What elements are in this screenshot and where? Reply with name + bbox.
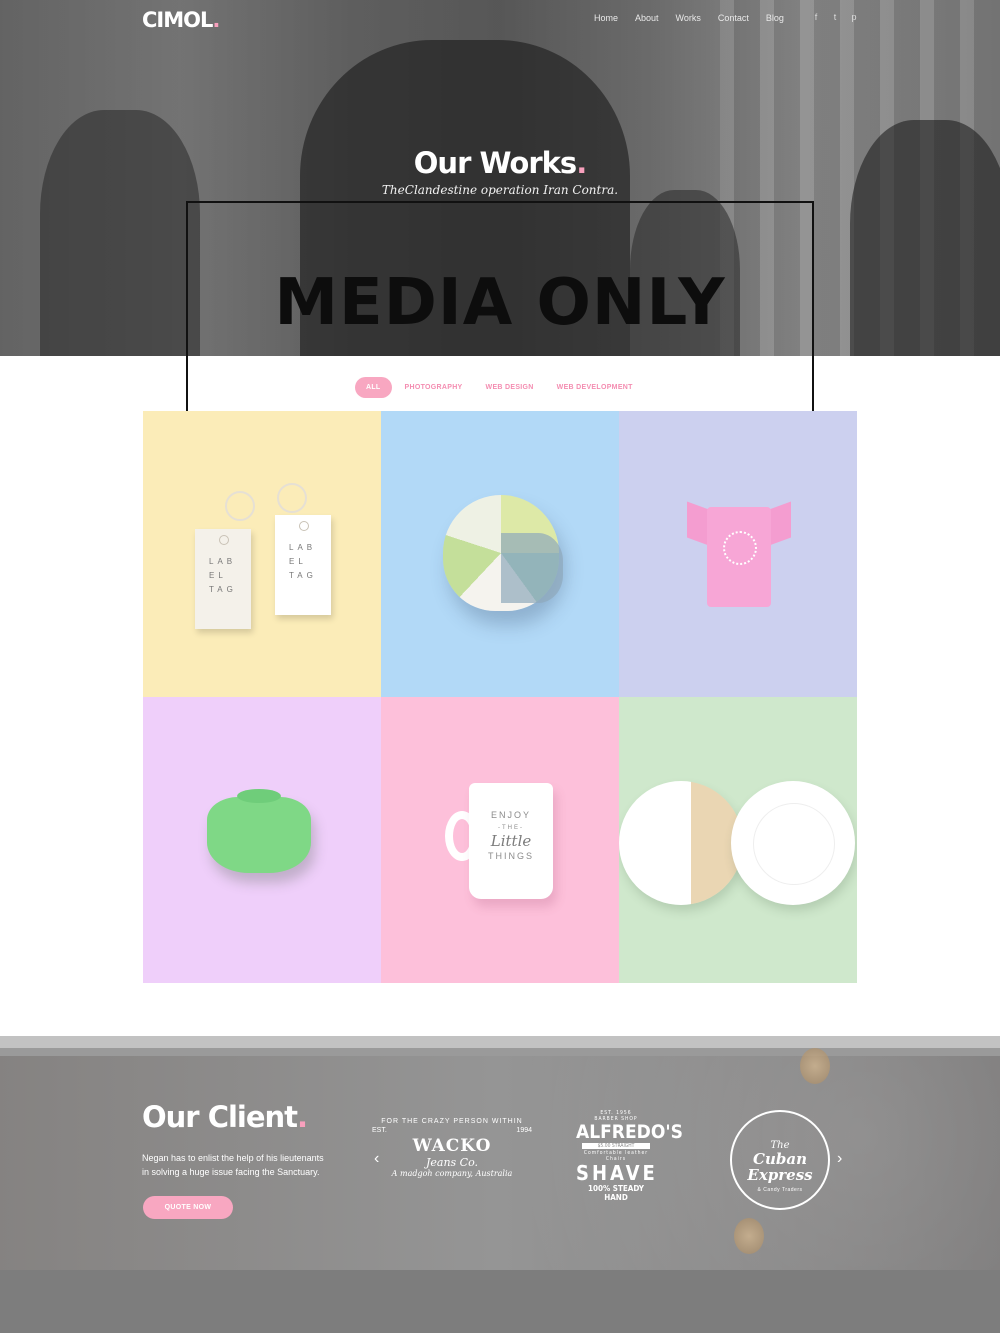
quote-now-button[interactable]: QUOTE NOW [143, 1196, 233, 1219]
clients-title: Our Client. [142, 1100, 308, 1134]
mug-text-bottom: THINGS [487, 851, 534, 861]
nav-works[interactable]: Works [676, 13, 701, 23]
pouch-image [207, 789, 311, 873]
portfolio-item-plates[interactable] [619, 697, 857, 983]
portfolio-item-mug[interactable]: ENJOY -THE- Little THINGS [381, 697, 619, 983]
plate-image [731, 781, 855, 905]
client-logo-cuban-express[interactable]: The Cuban Express & Candy Traders [730, 1110, 830, 1210]
nav-home[interactable]: Home [594, 13, 618, 23]
clients-description: Negan has to enlist the help of his lieu… [142, 1153, 324, 1177]
tshirt-image [687, 497, 791, 607]
lightbulb-decoration [800, 1048, 830, 1084]
site-logo[interactable]: CIMOL. [142, 8, 220, 32]
twitter-icon[interactable]: t [831, 12, 839, 22]
facebook-icon[interactable]: f [812, 12, 820, 22]
portfolio-item-label-tags[interactable]: LAB EL TAG LAB EL TAG [143, 411, 381, 697]
nav-blog[interactable]: Blog [766, 13, 784, 23]
tag-string [225, 491, 255, 521]
page-title: Our Works. [413, 146, 587, 180]
label-tag: LAB EL TAG [195, 529, 251, 629]
mug-text-script: Little [490, 832, 532, 850]
nav-contact[interactable]: Contact [718, 13, 749, 23]
carousel-next-icon[interactable]: › [837, 1150, 842, 1168]
lightbulb-decoration [734, 1218, 764, 1254]
client-logo-alfredos[interactable]: EST. 1956 BARBER SHOP ALFREDO'S $5.00 ST… [576, 1110, 683, 1202]
portfolio-item-pouch[interactable] [143, 697, 381, 983]
mug-image: ENJOY -THE- Little THINGS [445, 783, 553, 899]
social-links: f t p [812, 12, 858, 22]
portfolio-item-tshirt[interactable] [619, 411, 857, 697]
nav-about[interactable]: About [635, 13, 659, 23]
plate-image [619, 781, 743, 905]
tag-string [277, 483, 307, 513]
main-nav: Home About Works Contact Blog [594, 13, 784, 23]
helmet-image [443, 495, 563, 611]
page-subtitle: TheClandestine operation Iran Contra. [381, 183, 619, 197]
client-logo-wacko[interactable]: FOR THE CRAZY PERSON WITHIN EST. 1994 WAC… [372, 1118, 532, 1178]
portfolio-grid: LAB EL TAG LAB EL TAG ENJOY -THE- Little… [143, 411, 857, 983]
mug-text-top: ENJOY [490, 810, 531, 820]
label-tag: LAB EL TAG [275, 515, 331, 615]
pinterest-icon[interactable]: p [850, 12, 858, 22]
media-only-label: MEDIA ONLY [274, 266, 726, 340]
clients-section [0, 1036, 1000, 1333]
portfolio-item-helmet[interactable] [381, 411, 619, 697]
